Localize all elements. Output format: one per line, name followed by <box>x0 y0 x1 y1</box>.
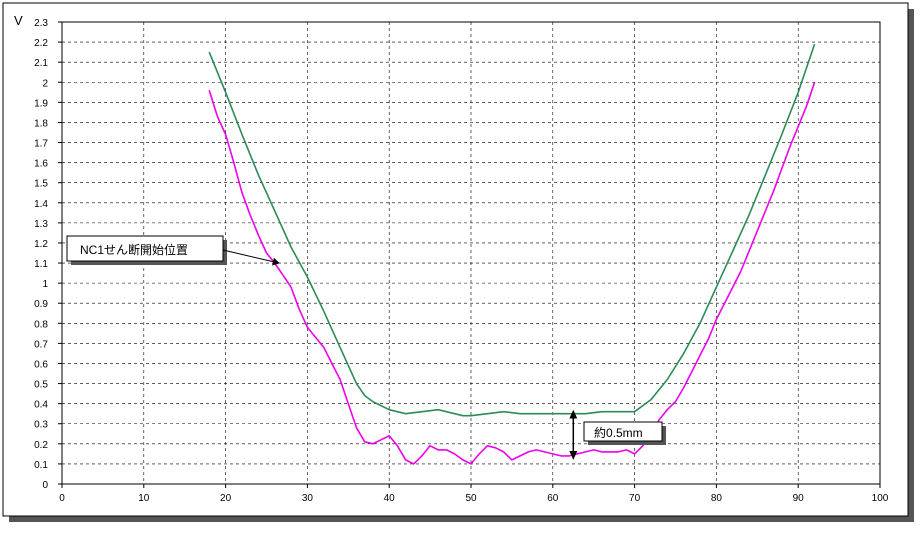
y-tick-label: 2.3 <box>34 18 48 29</box>
line-chart: 0 0.1 0.2 0.3 0.4 0.5 0.6 0.7 0.8 0.9 1 1.1 1.2 1.3 1.… <box>2 2 914 522</box>
x-tick-label: 0 <box>59 493 65 504</box>
x-tick-label: 70 <box>629 493 641 504</box>
x-tick-label: 80 <box>711 493 723 504</box>
y-tick-label: 1.5 <box>34 179 48 190</box>
y-tick-label: 0.4 <box>34 400 48 411</box>
y-tick-label: 0 <box>42 480 48 491</box>
y-tick-label: 1.2 <box>34 239 48 250</box>
y-axis-label: V <box>14 13 23 28</box>
y-tick-label: 1 <box>42 279 48 290</box>
y-tick-label: 0.1 <box>34 460 48 471</box>
chart-frame: 0 0.1 0.2 0.3 0.4 0.5 0.6 0.7 0.8 0.9 1 1.1 1.2 1.3 1.… <box>0 0 920 528</box>
y-tick-label: 0.5 <box>34 380 48 391</box>
y-tick-label: 1.8 <box>34 118 48 129</box>
x-tick-label: 100 <box>872 493 889 504</box>
y-tick-label: 1.1 <box>34 259 48 270</box>
y-tick-label: 0.8 <box>34 319 48 330</box>
y-tick-label: 0.6 <box>34 359 48 370</box>
annotation-gap-text: 約0.5mm <box>594 425 643 440</box>
x-tick-label: 90 <box>793 493 805 504</box>
y-tick-label: 2.1 <box>34 58 48 69</box>
x-tick-label: 40 <box>384 493 396 504</box>
annotation-shear-start-text: NC1せん断開始位置 <box>80 242 188 257</box>
y-tick-label: 2.2 <box>34 38 48 49</box>
x-tick-label: 20 <box>220 493 232 504</box>
x-tick-label: 30 <box>302 493 314 504</box>
y-tick-label: 0.9 <box>34 299 48 310</box>
y-tick-label: 0.7 <box>34 339 48 350</box>
x-tick-label: 60 <box>547 493 559 504</box>
y-tick-label: 1.4 <box>34 199 48 210</box>
x-tick-label: 50 <box>465 493 477 504</box>
y-tick-label: 1.7 <box>34 139 48 150</box>
y-tick-label: 0.3 <box>34 420 48 431</box>
y-tick-label: 2 <box>42 78 48 89</box>
x-tick-label: 10 <box>138 493 150 504</box>
y-tick-label: 1.6 <box>34 159 48 170</box>
y-tick-label: 1.3 <box>34 219 48 230</box>
y-tick-label: 0.2 <box>34 440 48 451</box>
y-tick-label: 1.9 <box>34 98 48 109</box>
